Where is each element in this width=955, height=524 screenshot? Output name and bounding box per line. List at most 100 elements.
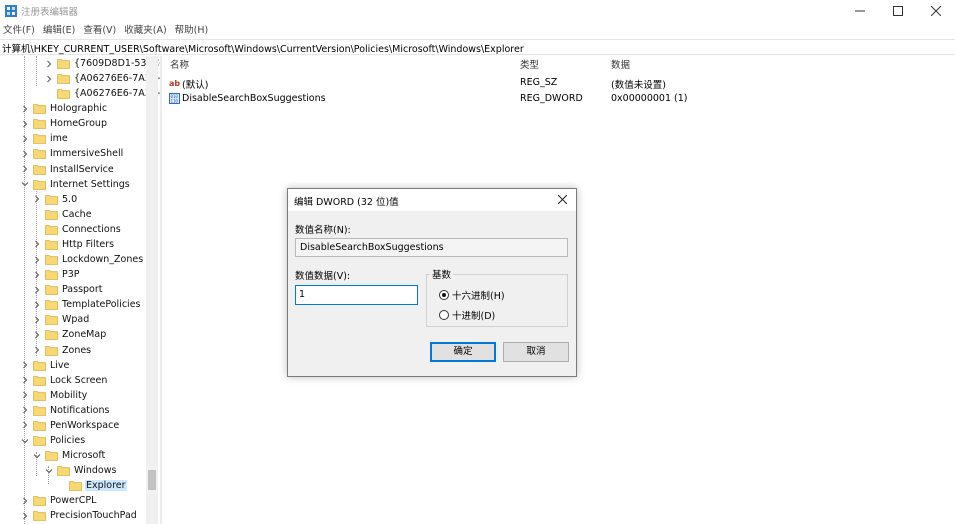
tree-item[interactable]: ime (20, 131, 69, 146)
tree-item[interactable]: {7609D8D1-537C-4B (44, 56, 160, 71)
tree-item[interactable]: 5.0 (32, 192, 78, 207)
menu-bar: 文件(F) 编辑(E) 查看(V) 收藏夹(A) 帮助(H) (0, 22, 212, 39)
column-header-name[interactable]: 名称 (170, 57, 189, 74)
menu-help[interactable]: 帮助(H) (171, 22, 213, 39)
minimize-button[interactable] (841, 0, 879, 22)
chevron-right-icon[interactable] (32, 255, 42, 265)
value-type: REG_SZ (520, 77, 558, 88)
folder-icon (45, 299, 58, 311)
tree-item-label: Lockdown_Zones (62, 254, 144, 266)
chevron-right-icon[interactable] (32, 345, 42, 355)
chevron-right-icon[interactable] (20, 360, 30, 370)
pane-splitter[interactable] (160, 56, 162, 524)
tree-item[interactable]: {A06276E6-7A36-476 (44, 86, 160, 101)
chevron-right-icon[interactable] (20, 104, 30, 114)
tree-item[interactable]: TemplatePolicies (32, 297, 142, 312)
cancel-button[interactable]: 取消 (503, 342, 569, 362)
chevron-right-icon[interactable] (20, 496, 30, 506)
value-data-label: 数值数据(V): (295, 271, 351, 282)
chevron-right-icon[interactable] (32, 194, 42, 204)
chevron-right-icon[interactable] (32, 270, 42, 280)
chevron-right-icon[interactable] (20, 511, 30, 521)
tree-item-label: Lock Screen (50, 374, 108, 386)
dialog-title-bar[interactable]: 编辑 DWORD (32 位)值 (288, 189, 576, 211)
chevron-down-icon[interactable] (32, 451, 42, 461)
tree-scrollbar[interactable] (146, 56, 158, 524)
edit-dword-dialog: 编辑 DWORD (32 位)值 数值名称(N): DisableSearchB… (287, 188, 577, 377)
chevron-right-icon[interactable] (20, 420, 30, 430)
folder-icon (33, 390, 46, 401)
chevron-down-icon[interactable] (20, 436, 30, 446)
tree-item[interactable]: ZoneMap (32, 327, 107, 342)
folder-open-icon (33, 435, 46, 446)
tree-item[interactable]: P3P (32, 267, 81, 282)
menu-favorites[interactable]: 收藏夹(A) (120, 22, 170, 39)
tree-item[interactable]: Policies (20, 433, 86, 448)
svg-text:110: 110 (171, 99, 179, 104)
column-header-type[interactable]: 类型 (520, 57, 539, 74)
tree-item[interactable]: PenWorkspace (20, 418, 120, 433)
folder-open-icon (69, 480, 82, 492)
chevron-right-icon[interactable] (44, 74, 54, 84)
tree-item[interactable]: Passport (32, 282, 104, 297)
chevron-right-icon[interactable] (20, 149, 30, 159)
chevron-right-icon[interactable] (44, 59, 54, 69)
tree-item[interactable]: {A06276E6-7A36-476 (44, 71, 160, 86)
tree-item-label: Mobility (50, 389, 88, 401)
tree-item[interactable]: Http Filters (32, 237, 115, 252)
folder-open-icon (57, 465, 70, 477)
tree-item-label: Policies (50, 435, 86, 446)
tree-item[interactable]: Windows (44, 463, 117, 478)
tree-item[interactable]: InstallService (20, 162, 115, 177)
base-dec-radio[interactable]: 十进制(D) (439, 308, 495, 322)
chevron-right-icon[interactable] (20, 405, 30, 415)
tree-item[interactable]: Internet Settings (20, 177, 131, 192)
chevron-right-icon[interactable] (32, 239, 42, 249)
tree-item[interactable]: Connections (32, 222, 122, 237)
tree-item[interactable]: Wpad (32, 312, 90, 327)
tree-item[interactable]: Mobility (20, 388, 88, 403)
chevron-down-icon[interactable] (44, 466, 54, 476)
chevron-right-icon[interactable] (32, 285, 42, 295)
tree-scrollbar-thumb[interactable] (148, 470, 156, 490)
chevron-down-icon[interactable] (20, 179, 30, 189)
tree-item[interactable]: Explorer (56, 478, 127, 493)
menu-edit[interactable]: 编辑(E) (39, 22, 79, 39)
tree-item[interactable]: Zones (32, 343, 92, 358)
tree-item[interactable]: PrecisionTouchPad (20, 508, 138, 523)
svg-text:ab: ab (169, 79, 180, 88)
tree-item[interactable]: Microsoft (32, 448, 106, 463)
tree-item[interactable]: PowerCPL (20, 493, 97, 508)
folder-open-icon (33, 179, 46, 190)
folder-icon (45, 345, 58, 356)
address-path[interactable]: 计算机\HKEY_CURRENT_USER\Software\Microsoft… (2, 41, 524, 55)
chevron-right-icon[interactable] (20, 390, 30, 400)
chevron-right-icon[interactable] (20, 375, 30, 385)
base-hex-radio[interactable]: 十六进制(H) (439, 288, 505, 302)
tree-item[interactable]: Lockdown_Zones (32, 252, 144, 267)
chevron-right-icon[interactable] (32, 330, 42, 340)
tree-item[interactable]: Cache (32, 207, 93, 222)
chevron-right-icon[interactable] (20, 134, 30, 144)
tree-item[interactable]: Holographic (20, 101, 108, 116)
tree-item[interactable]: Lock Screen (20, 373, 108, 388)
maximize-button[interactable] (879, 0, 917, 22)
value-data-input[interactable]: 1 (295, 285, 418, 305)
column-header-data[interactable]: 数据 (611, 57, 630, 74)
ok-button[interactable]: 确定 (430, 342, 496, 362)
chevron-right-icon[interactable] (20, 164, 30, 174)
chevron-right-icon[interactable] (32, 300, 42, 310)
chevron-right-icon[interactable] (20, 119, 30, 129)
close-button[interactable] (917, 0, 955, 22)
tree-item-label: Notifications (50, 404, 110, 416)
dialog-close-button[interactable] (550, 189, 576, 211)
menu-file[interactable]: 文件(F) (0, 22, 39, 39)
chevron-right-icon[interactable] (32, 315, 42, 325)
tree-item[interactable]: Live (20, 358, 70, 373)
address-bar[interactable]: 计算机\HKEY_CURRENT_USER\Software\Microsoft… (0, 39, 955, 55)
tree-item[interactable]: ImmersiveShell (20, 146, 124, 161)
tree-item[interactable]: HomeGroup (20, 116, 108, 131)
menu-view[interactable]: 查看(V) (79, 22, 120, 39)
tree-item[interactable]: Notifications (20, 403, 110, 418)
